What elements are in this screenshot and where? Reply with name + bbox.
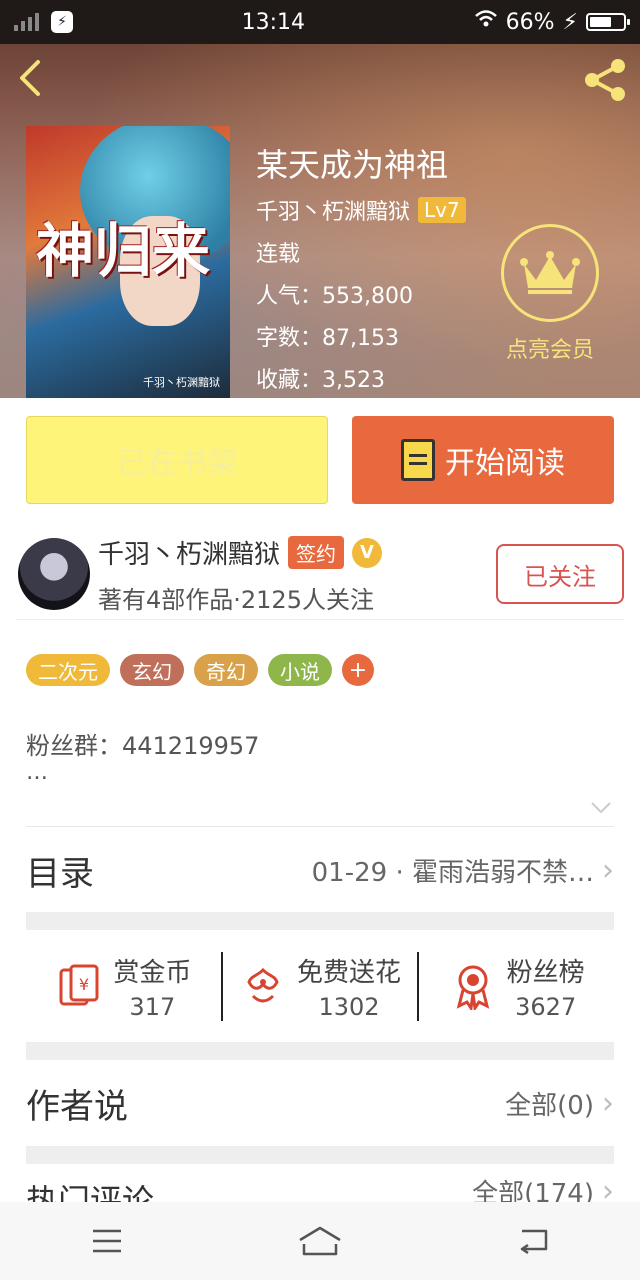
- share-icon: [585, 59, 625, 101]
- status-right: 66% ⚡: [474, 9, 630, 35]
- chevron-right-icon: ›: [602, 1085, 614, 1121]
- cover-author: 千羽丶朽渊黯狱: [143, 376, 220, 389]
- section-gap: [26, 1146, 614, 1164]
- tag-list: 二次元 玄幻 奇幻 小说 +: [26, 654, 374, 686]
- signed-badge: 签约: [288, 536, 345, 569]
- tag-item[interactable]: 二次元: [26, 654, 110, 686]
- book-icon: [401, 439, 435, 481]
- flower-icon: [239, 962, 287, 1010]
- medal-icon: [449, 962, 497, 1010]
- author-notes-row[interactable]: 作者说 全部(0) ›: [26, 1060, 614, 1146]
- svg-text:¥: ¥: [79, 975, 89, 994]
- catalog-row[interactable]: 目录 01-29 · 霍雨浩弱不禁… ›: [26, 828, 614, 912]
- tag-item[interactable]: 小说: [268, 654, 332, 686]
- start-reading-button[interactable]: 开始阅读: [352, 416, 614, 504]
- reward-coins-button[interactable]: ¥ 赏金币 317: [26, 952, 221, 1021]
- expand-intro-button[interactable]: [590, 796, 612, 821]
- follow-button[interactable]: 已关注: [496, 544, 624, 604]
- author-card[interactable]: 千羽丶朽渊黯狱 签约 V 著有4部作品·2125人关注 已关注: [16, 532, 624, 620]
- section-gap: [26, 912, 614, 930]
- catalog-title: 目录: [26, 853, 94, 894]
- stat-value: 1302: [318, 992, 380, 1021]
- wifi-icon: [474, 9, 498, 35]
- author-notes-count: 全部(0): [505, 1090, 594, 1121]
- book-author[interactable]: 千羽丶朽渊黯狱: [256, 194, 410, 226]
- send-flower-button[interactable]: 免费送花 1302: [220, 951, 418, 1021]
- intro-more-text: …: [26, 760, 48, 785]
- status-left: ⚡: [14, 11, 73, 33]
- divider: [26, 826, 614, 827]
- chevron-left-icon: [20, 60, 40, 96]
- share-button[interactable]: [582, 58, 628, 102]
- author-name-line: 千羽丶朽渊黯狱 签约 V: [98, 534, 383, 571]
- stat-label: 免费送花: [297, 957, 402, 988]
- cover-title-art: 神归来: [36, 217, 211, 285]
- fan-group-text: 粉丝群：441219957: [26, 732, 260, 760]
- book-status: 连载: [256, 242, 301, 267]
- crown-icon: [501, 224, 599, 322]
- status-time: 13:14: [241, 9, 306, 35]
- author-stats: 著有4部作品·2125人关注: [98, 586, 374, 614]
- author-notes-title: 作者说: [26, 1086, 128, 1127]
- menu-button[interactable]: [77, 1211, 137, 1271]
- book-cover[interactable]: 神归来 千羽丶朽渊黯狱: [26, 126, 230, 398]
- charging-icon: ⚡: [562, 9, 578, 35]
- stat-value: 3627: [515, 992, 577, 1021]
- stat-label: 赏金币: [113, 957, 192, 988]
- on-shelf-button[interactable]: 已在书架: [26, 416, 328, 504]
- author-name: 千羽丶朽渊黯狱: [98, 540, 281, 570]
- chevron-right-icon: ›: [602, 852, 614, 888]
- menu-icon: [92, 1229, 121, 1253]
- book-popularity: 人气：553,800: [256, 284, 413, 309]
- signal-icon: [14, 13, 39, 31]
- home-button[interactable]: [290, 1211, 350, 1271]
- app-notification-icon: ⚡: [51, 11, 73, 33]
- tag-item[interactable]: 奇幻: [194, 654, 258, 686]
- verified-icon: V: [352, 537, 383, 568]
- back-nav-button[interactable]: [503, 1211, 563, 1271]
- latest-chapter: 01-29 · 霍雨浩弱不禁…: [311, 857, 594, 888]
- book-header: 神归来 千羽丶朽渊黯狱 某天成为神祖 千羽丶朽渊黯狱 Lv7 连载 人气：553…: [0, 44, 640, 398]
- vip-button[interactable]: 点亮会员: [500, 224, 600, 364]
- stats-bar: ¥ 赏金币 317 免费送花 1302 粉丝榜 3627: [26, 930, 614, 1042]
- level-badge: Lv7: [418, 197, 466, 223]
- catalog-latest: 01-29 · 霍雨浩弱不禁… ›: [312, 852, 614, 889]
- book-author-line: 千羽丶朽渊黯狱 Lv7: [256, 194, 466, 226]
- back-button[interactable]: [14, 58, 54, 98]
- start-reading-label: 开始阅读: [445, 446, 565, 481]
- vip-label: 点亮会员: [505, 338, 594, 363]
- stat-label: 粉丝榜: [506, 957, 585, 988]
- fan-ranking-button[interactable]: 粉丝榜 3627: [417, 951, 614, 1021]
- battery-icon: [585, 13, 630, 31]
- book-favorites: 收藏：3,523: [256, 368, 385, 393]
- section-gap: [26, 1042, 614, 1060]
- author-notes-link: 全部(0) ›: [505, 1085, 614, 1122]
- stat-value: 317: [129, 992, 176, 1021]
- add-tag-button[interactable]: +: [342, 654, 374, 686]
- home-icon: [299, 1226, 341, 1256]
- book-title: 某天成为神祖: [256, 146, 449, 184]
- return-icon: [521, 1229, 548, 1255]
- tag-item[interactable]: 玄幻: [120, 654, 184, 686]
- battery-percent: 66%: [505, 9, 555, 35]
- book-word-count: 字数：87,153: [256, 326, 399, 351]
- red-envelope-icon: ¥: [55, 962, 103, 1010]
- system-navigation-bar: [0, 1202, 640, 1280]
- avatar[interactable]: [18, 538, 90, 610]
- status-bar: ⚡ 13:14 66% ⚡: [0, 0, 640, 44]
- chevron-down-icon: [591, 802, 611, 814]
